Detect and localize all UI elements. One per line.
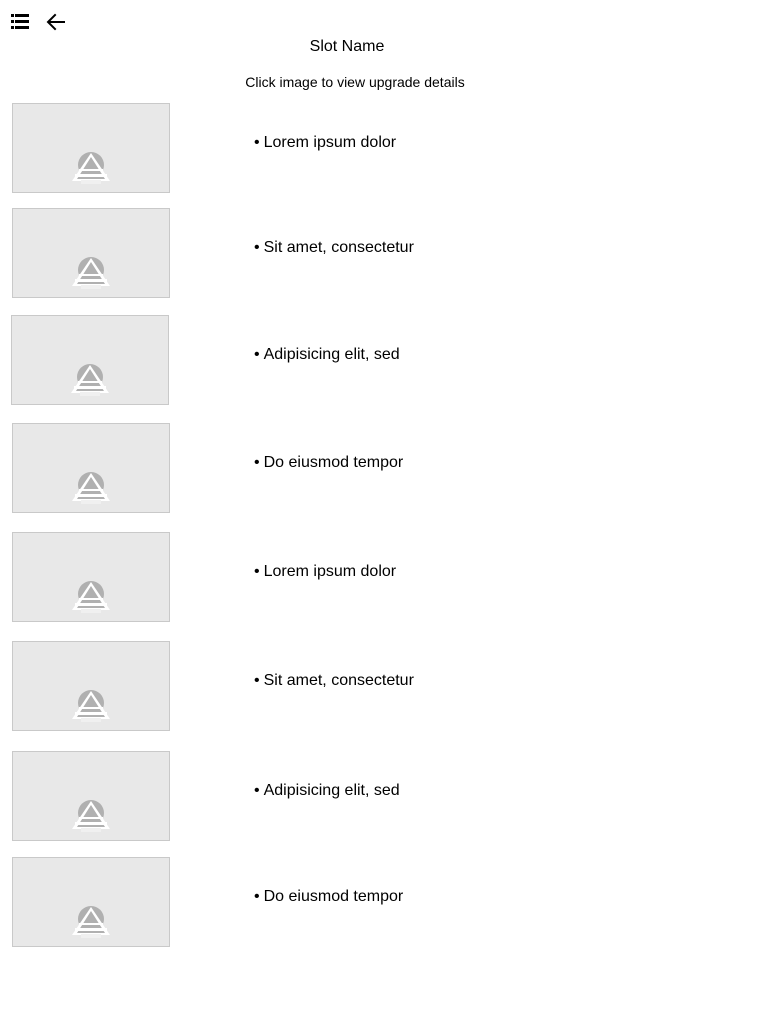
image-placeholder-icon (72, 257, 110, 289)
list-item-label: Sit amet, consectetur (263, 239, 414, 256)
list-item-label: Sit amet, consectetur (263, 672, 414, 689)
upgrade-list: • Lorem ipsum dolor • Sit amet, consectetu… (0, 0, 768, 1024)
bullet: • (254, 888, 260, 905)
list-item-label: Lorem ipsum dolor (263, 134, 397, 151)
upgrade-image[interactable] (12, 423, 170, 513)
bullet: • (254, 346, 260, 363)
image-placeholder-icon (72, 800, 110, 832)
bullet: • (254, 563, 260, 580)
list-item: • Adipisicing elit, sed (0, 315, 768, 405)
list-item: • Lorem ipsum dolor (0, 532, 768, 622)
list-item: • Sit amet, consectetur (0, 208, 768, 298)
image-placeholder-icon (72, 152, 110, 184)
list-item: • Adipisicing elit, sed (0, 751, 768, 841)
upgrade-image[interactable] (12, 857, 170, 947)
list-item-text: • Adipisicing elit, sed (254, 782, 400, 800)
bullet: • (254, 239, 260, 256)
list-item-label: Adipisicing elit, sed (263, 782, 400, 799)
bullet: • (254, 782, 260, 799)
list-item: • Sit amet, consectetur (0, 641, 768, 731)
image-placeholder-icon (72, 581, 110, 613)
upgrade-image[interactable] (12, 641, 170, 731)
list-item: • Do eiusmod tempor (0, 423, 768, 513)
list-item-text: • Sit amet, consectetur (254, 672, 414, 690)
list-item-text: • Do eiusmod tempor (254, 454, 403, 472)
list-item: • Do eiusmod tempor (0, 857, 768, 947)
list-item-text: • Lorem ipsum dolor (254, 134, 396, 152)
list-item-label: Lorem ipsum dolor (263, 563, 397, 580)
upgrade-image[interactable] (12, 208, 170, 298)
image-placeholder-icon (72, 472, 110, 504)
image-placeholder-icon (71, 364, 109, 396)
upgrade-image[interactable] (12, 532, 170, 622)
bullet: • (254, 672, 260, 689)
list-item-label: Adipisicing elit, sed (263, 346, 400, 363)
list-item-text: • Sit amet, consectetur (254, 239, 414, 257)
upgrade-image[interactable] (12, 751, 170, 841)
bullet: • (254, 134, 260, 151)
upgrade-image[interactable] (12, 103, 170, 193)
upgrade-image[interactable] (11, 315, 169, 405)
list-item-label: Do eiusmod tempor (263, 454, 404, 471)
list-item-text: • Adipisicing elit, sed (254, 346, 400, 364)
image-placeholder-icon (72, 690, 110, 722)
list-item-label: Do eiusmod tempor (263, 888, 404, 905)
list-item-text: • Lorem ipsum dolor (254, 563, 396, 581)
image-placeholder-icon (72, 906, 110, 938)
list-item: • Lorem ipsum dolor (0, 103, 768, 193)
list-item-text: • Do eiusmod tempor (254, 888, 403, 906)
bullet: • (254, 454, 260, 471)
